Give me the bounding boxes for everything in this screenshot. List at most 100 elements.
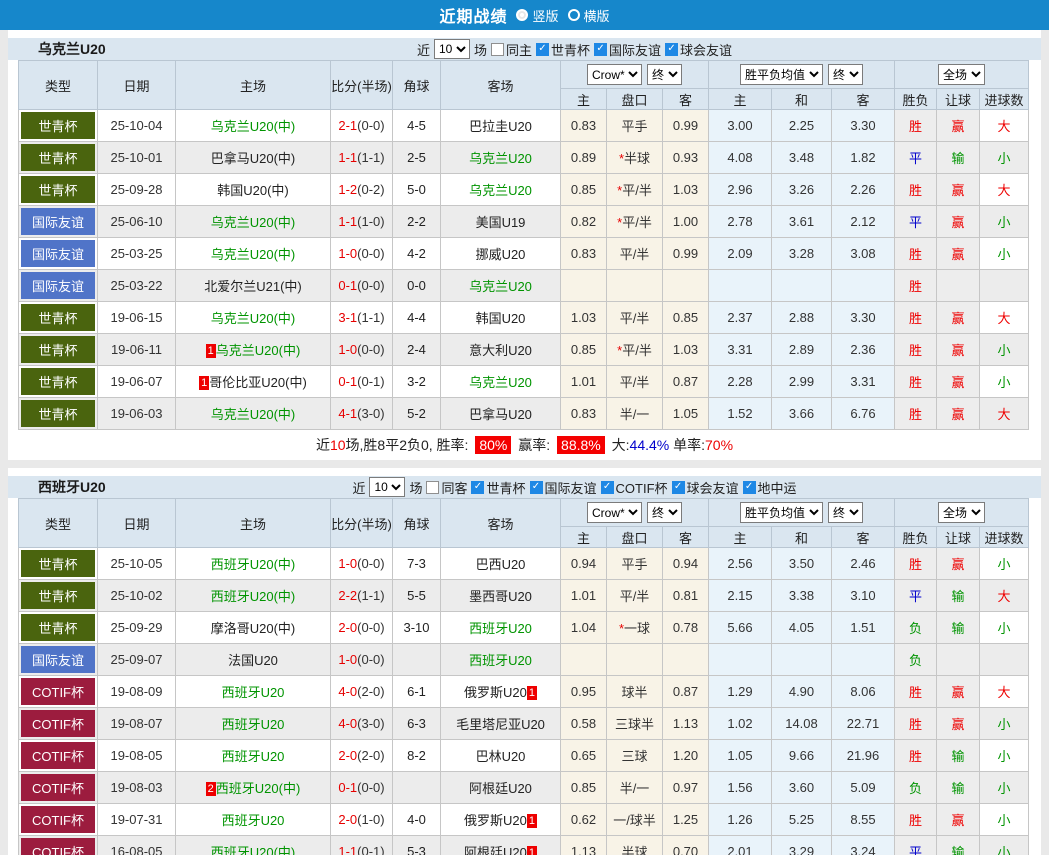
home-team-name: 乌克兰U20(中) <box>211 247 296 262</box>
avg-stage-select[interactable]: 终 <box>828 64 863 85</box>
home-team-cell: 乌克兰U20(中) <box>176 110 331 142</box>
layout-radio-vertical[interactable]: 竖版 <box>516 6 558 25</box>
league-filter[interactable]: ✓地中运 <box>743 478 797 497</box>
section-ukraine-u20: 乌克兰U20 近 10 场 同主 ✓世青杯✓国际友谊✓球会友谊 类型 <box>8 30 1041 460</box>
corners-cell <box>393 772 441 804</box>
corners-cell: 5-2 <box>393 398 441 430</box>
half-time-score: (0-0) <box>357 780 384 795</box>
away-team-cell: 乌克兰U20 <box>441 366 561 398</box>
match-row: COTIF杯 19-08-03 2西班牙U20(中) 0-1(0-0) 阿根廷U… <box>19 772 1029 804</box>
handicap-away-odds: 0.94 <box>663 548 709 580</box>
corners-cell: 3-2 <box>393 366 441 398</box>
score-cell: 1-0(0-0) <box>331 334 393 366</box>
match-date: 19-07-31 <box>98 804 176 836</box>
result-wdl: 负 <box>909 781 922 796</box>
odds-company-select[interactable]: Crow* <box>587 502 642 523</box>
result-goals-cell: 小 <box>980 238 1029 270</box>
match-date: 25-06-10 <box>98 206 176 238</box>
avg-stage-select[interactable]: 终 <box>828 502 863 523</box>
result-goals: 小 <box>998 375 1011 390</box>
col-goals: 进球数 <box>980 527 1029 548</box>
handicap-text: 平/半 <box>622 343 652 358</box>
league-filter[interactable]: ✓COTIF杯 <box>601 478 668 497</box>
handicap-line: 平手 <box>607 548 663 580</box>
odds-stage-select[interactable]: 终 <box>647 64 682 85</box>
checkbox-icon: ✓ <box>530 481 543 494</box>
home-team-cell: 法国U20 <box>176 644 331 676</box>
same-venue-filter[interactable]: 同主 <box>491 40 532 59</box>
result-goals-cell: 小 <box>980 708 1029 740</box>
scope-select[interactable]: 全场 <box>938 64 985 85</box>
home-team-name: 巴拿马U20(中) <box>211 151 296 166</box>
same-venue-filter[interactable]: 同客 <box>426 478 467 497</box>
avg-draw-odds: 3.61 <box>772 206 832 238</box>
league-type-cell: 世青杯 <box>19 612 98 644</box>
away-team-name: 乌克兰U20 <box>469 375 532 390</box>
result-handicap-cell: 赢 <box>937 398 980 430</box>
league-filter[interactable]: ✓国际友谊 <box>594 40 661 59</box>
avg-away-odds: 3.24 <box>832 836 895 855</box>
league-badge: 国际友谊 <box>21 646 95 673</box>
away-team-cell: 俄罗斯U201 <box>441 804 561 836</box>
away-team-cell: 乌克兰U20 <box>441 270 561 302</box>
handicap-line <box>607 644 663 676</box>
layout-radio-horizontal[interactable]: 横版 <box>568 6 610 25</box>
scope-select[interactable]: 全场 <box>938 502 985 523</box>
recent-count-select[interactable]: 10 <box>369 477 405 497</box>
result-handicap: 输 <box>952 589 965 604</box>
avg-away-odds: 6.76 <box>832 398 895 430</box>
result-handicap: 输 <box>952 621 965 636</box>
away-team-cell: 西班牙U20 <box>441 644 561 676</box>
handicap-line: 半/一 <box>607 398 663 430</box>
full-time-score: 2-1 <box>338 118 357 133</box>
odds-stage-select[interactable]: 终 <box>647 502 682 523</box>
recent-count-select[interactable]: 10 <box>434 39 470 59</box>
league-filter[interactable]: ✓世青杯 <box>471 478 525 497</box>
avg-draw-odds <box>772 270 832 302</box>
match-date: 25-09-28 <box>98 174 176 206</box>
handicap-away-odds <box>663 270 709 302</box>
corners-cell: 8-2 <box>393 740 441 772</box>
league-filter[interactable]: ✓国际友谊 <box>530 478 597 497</box>
league-type-cell: 国际友谊 <box>19 270 98 302</box>
away-team-cell: 挪威U20 <box>441 238 561 270</box>
handicap-text: 平手 <box>621 557 647 572</box>
avg-draw-odds <box>772 644 832 676</box>
result-handicap-cell: 赢 <box>937 334 980 366</box>
handicap-line: 平/半 <box>607 302 663 334</box>
league-filter[interactable]: ✓球会友谊 <box>672 478 739 497</box>
handicap-line <box>607 270 663 302</box>
filter-bar: 近 10 场 同主 ✓世青杯✓国际友谊✓球会友谊 <box>8 39 1041 59</box>
away-team-name: 阿根廷U20 <box>464 845 527 855</box>
odds-company-select[interactable]: Crow* <box>587 64 642 85</box>
same-venue-label: 同客 <box>441 478 467 497</box>
col-type: 类型 <box>19 61 98 110</box>
away-team-cell: 俄罗斯U201 <box>441 676 561 708</box>
result-handicap: 输 <box>952 151 965 166</box>
avg-group-header: 胜平负均值 终 <box>709 61 895 89</box>
result-goals-cell <box>980 270 1029 302</box>
away-team-cell: 美国U19 <box>441 206 561 238</box>
away-team-cell: 巴西U20 <box>441 548 561 580</box>
col-avg-draw: 和 <box>772 527 832 548</box>
league-filter[interactable]: ✓世青杯 <box>536 40 590 59</box>
full-time-score: 0-1 <box>338 278 357 293</box>
result-goals-cell <box>980 644 1029 676</box>
avg-type-select[interactable]: 胜平负均值 <box>740 64 823 85</box>
league-badge: COTIF杯 <box>21 678 95 705</box>
result-handicap-cell: 输 <box>937 612 980 644</box>
match-date: 19-08-05 <box>98 740 176 772</box>
league-type-cell: 世青杯 <box>19 366 98 398</box>
result-group-header: 全场 <box>895 61 1029 89</box>
result-wdl: 平 <box>909 845 922 855</box>
match-date: 19-06-03 <box>98 398 176 430</box>
home-team-name: 乌克兰U20(中) <box>211 215 296 230</box>
table-body: 世青杯 25-10-04 乌克兰U20(中) 2-1(0-0) 4-5 巴拉圭U… <box>19 110 1029 430</box>
match-date: 19-08-07 <box>98 708 176 740</box>
league-filter[interactable]: ✓球会友谊 <box>665 40 732 59</box>
checkbox-icon: ✓ <box>743 481 756 494</box>
avg-type-select[interactable]: 胜平负均值 <box>740 502 823 523</box>
result-goals: 小 <box>998 247 1011 262</box>
handicap-text: 平/半 <box>622 215 652 230</box>
handicap-away-odds: 0.99 <box>663 238 709 270</box>
